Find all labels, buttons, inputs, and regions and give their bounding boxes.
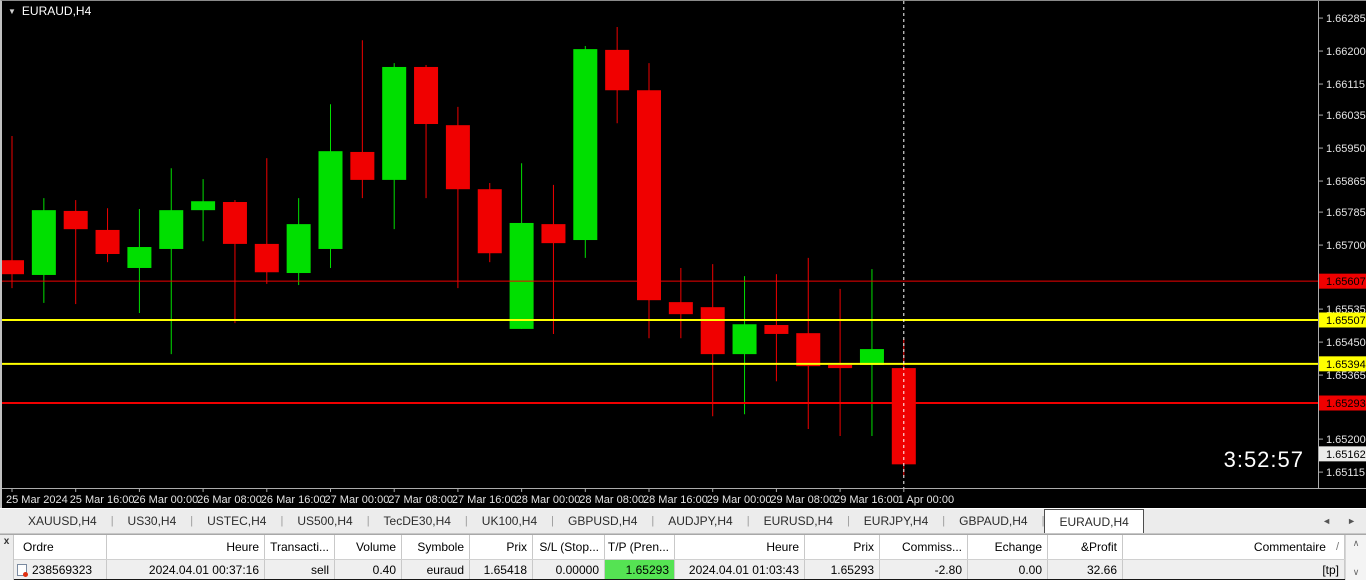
cell--profit: 32.66 [1048, 560, 1123, 579]
cell-symbole: euraud [402, 560, 470, 579]
market-clock: 3:52:57 [1223, 447, 1304, 472]
svg-text:1.65293: 1.65293 [1326, 398, 1366, 410]
column-header-ordre[interactable]: Ordre [14, 535, 107, 559]
svg-text:29 Mar 16:00: 29 Mar 16:00 [834, 494, 899, 506]
column-header-t-p-pren-[interactable]: T/P (Pren... [605, 535, 675, 559]
svg-text:26 Mar 00:00: 26 Mar 00:00 [133, 494, 198, 506]
chart-tab-audjpy[interactable]: AUDJPY,H4 [654, 509, 746, 533]
column-header-heure[interactable]: Heure [107, 535, 265, 559]
svg-text:1.65950: 1.65950 [1326, 143, 1366, 155]
chevron-down-icon[interactable]: ▼ [8, 7, 16, 16]
svg-text:25 Mar 2024: 25 Mar 2024 [6, 494, 68, 506]
column-header-heure[interactable]: Heure [675, 535, 805, 559]
terminal-side-strip: x Terminal [0, 535, 14, 580]
symbol-text: EURAUD,H4 [21, 4, 92, 18]
comment-sort-indicator: / [1335, 541, 1339, 553]
close-panel-button[interactable]: x [1, 536, 12, 548]
chart-symbol-label: ▼ EURAUD,H4 [8, 4, 91, 18]
svg-text:1.66200: 1.66200 [1326, 46, 1366, 58]
tab-scroll-left-icon[interactable]: ◄ [1322, 516, 1331, 526]
scroll-up-icon[interactable]: ∧ [1346, 538, 1366, 549]
svg-text:1.66285: 1.66285 [1326, 13, 1366, 25]
terminal-panel: x Terminal Ordre Heure Transacti... Volume S… [0, 534, 1366, 580]
mt4-terminal: 1.66285 1.66200 1.66115 1.66035 1.65950 1.658… [0, 0, 1366, 580]
chart-tab-xauusd[interactable]: XAUUSD,H4 [14, 509, 111, 533]
cell-volume: 0.40 [335, 560, 402, 579]
svg-text:28 Mar 16:00: 28 Mar 16:00 [643, 494, 708, 506]
svg-text:27 Mar 08:00: 27 Mar 08:00 [388, 494, 453, 506]
svg-text:1.65785: 1.65785 [1326, 207, 1366, 219]
svg-text:1.65507: 1.65507 [1326, 315, 1366, 327]
svg-text:28 Mar 08:00: 28 Mar 08:00 [579, 494, 644, 506]
chart-tab-eurjpy[interactable]: EURJPY,H4 [850, 509, 942, 533]
svg-text:1.65365: 1.65365 [1326, 370, 1366, 382]
svg-text:25 Mar 16:00: 25 Mar 16:00 [70, 494, 135, 506]
cell-prix: 1.65293 [805, 560, 880, 579]
chart-tab-ustec[interactable]: USTEC,H4 [193, 509, 280, 533]
column-header-commiss-[interactable]: Commiss... [880, 535, 968, 559]
svg-text:29 Mar 08:00: 29 Mar 08:00 [770, 494, 835, 506]
history-table: Ordre Heure Transacti... Volume Symbole Prix S… [14, 535, 1345, 580]
cell-commiss-: -2.80 [880, 560, 968, 579]
column-header-s-l-stop-[interactable]: S/L (Stop... [533, 535, 605, 559]
chart-tab-eurusd[interactable]: EURUSD,H4 [750, 509, 847, 533]
chart-tab-tecde30[interactable]: TecDE30,H4 [370, 509, 465, 533]
svg-text:27 Mar 16:00: 27 Mar 16:00 [452, 494, 517, 506]
svg-text:26 Mar 08:00: 26 Mar 08:00 [197, 494, 262, 506]
svg-text:1.65450: 1.65450 [1326, 337, 1366, 349]
svg-text:1.66115: 1.66115 [1326, 79, 1365, 91]
table-scrollbar[interactable]: ∧ ∨ [1345, 535, 1366, 580]
chart-tab-gbpaud[interactable]: GBPAUD,H4 [945, 509, 1041, 533]
column-header-commentaire[interactable]: Commentaire / [1123, 535, 1345, 559]
chart-tab-gbpusd[interactable]: GBPUSD,H4 [554, 509, 651, 533]
svg-text:26 Mar 16:00: 26 Mar 16:00 [261, 494, 326, 506]
chart-tabs: XAUUSD,H4 | US30,H4 | USTEC,H4 | US500,H4 | TecD… [0, 509, 1312, 533]
cell-t-p-pren-: 1.65293 [605, 560, 675, 579]
column-header-volume[interactable]: Volume [335, 535, 402, 559]
svg-text:27 Mar 00:00: 27 Mar 00:00 [325, 494, 390, 506]
svg-text:28 Mar 00:00: 28 Mar 00:00 [516, 494, 581, 506]
cell-prix: 1.65418 [470, 560, 533, 579]
cell-echange: 0.00 [968, 560, 1048, 579]
svg-text:1.65607: 1.65607 [1326, 276, 1366, 288]
chart-window: 1.66285 1.66200 1.66115 1.66035 1.65950 1.658… [0, 0, 1366, 508]
column-header--profit[interactable]: &Profit [1048, 535, 1123, 559]
cell-commentaire: [tp] [1123, 560, 1345, 579]
table-row[interactable]: 238569323 2024.04.01 00:37:16 sell 0.40 eura… [14, 560, 1345, 579]
column-header-symbole[interactable]: Symbole [402, 535, 470, 559]
cell-heure: 2024.04.01 01:03:43 [675, 560, 805, 579]
chart-tab-uk100[interactable]: UK100,H4 [468, 509, 551, 533]
tab-scroll-controls: ◄ ► [1312, 509, 1366, 533]
sell-order-icon [17, 563, 28, 577]
svg-text:29 Mar 00:00: 29 Mar 00:00 [707, 494, 772, 506]
chart-tab-euraud[interactable]: EURAUD,H4 [1044, 509, 1144, 533]
chart-tab-bar: XAUUSD,H4 | US30,H4 | USTEC,H4 | US500,H4 | TecD… [0, 508, 1366, 534]
cell-transacti-: sell [265, 560, 335, 579]
svg-text:1 Apr 00:00: 1 Apr 00:00 [898, 494, 954, 506]
column-header-prix[interactable]: Prix [470, 535, 533, 559]
svg-text:1.66035: 1.66035 [1326, 110, 1366, 122]
table-header-row: Ordre Heure Transacti... Volume Symbole Prix S… [14, 535, 1345, 560]
svg-text:1.65115: 1.65115 [1326, 467, 1365, 479]
chart-tab-us30[interactable]: US30,H4 [114, 509, 191, 533]
column-header-transacti-[interactable]: Transacti... [265, 535, 335, 559]
candlestick-chart[interactable]: 1.66285 1.66200 1.66115 1.66035 1.65950 1.658… [2, 1, 1366, 508]
svg-text:1.65700: 1.65700 [1326, 240, 1366, 252]
svg-text:1.65865: 1.65865 [1326, 176, 1366, 188]
svg-text:1.65394: 1.65394 [1326, 359, 1366, 371]
svg-text:1.65162: 1.65162 [1326, 449, 1366, 461]
tab-scroll-right-icon[interactable]: ► [1347, 516, 1356, 526]
chart-tab-us500[interactable]: US500,H4 [283, 509, 366, 533]
column-header-prix[interactable]: Prix [805, 535, 880, 559]
svg-text:1.65200: 1.65200 [1326, 434, 1366, 446]
cell-heure: 2024.04.01 00:37:16 [107, 560, 265, 579]
cell-ordre: 238569323 [14, 560, 107, 579]
cell-s-l-stop-: 0.00000 [533, 560, 605, 579]
scroll-down-icon[interactable]: ∨ [1346, 567, 1366, 578]
column-header-echange[interactable]: Echange [968, 535, 1048, 559]
